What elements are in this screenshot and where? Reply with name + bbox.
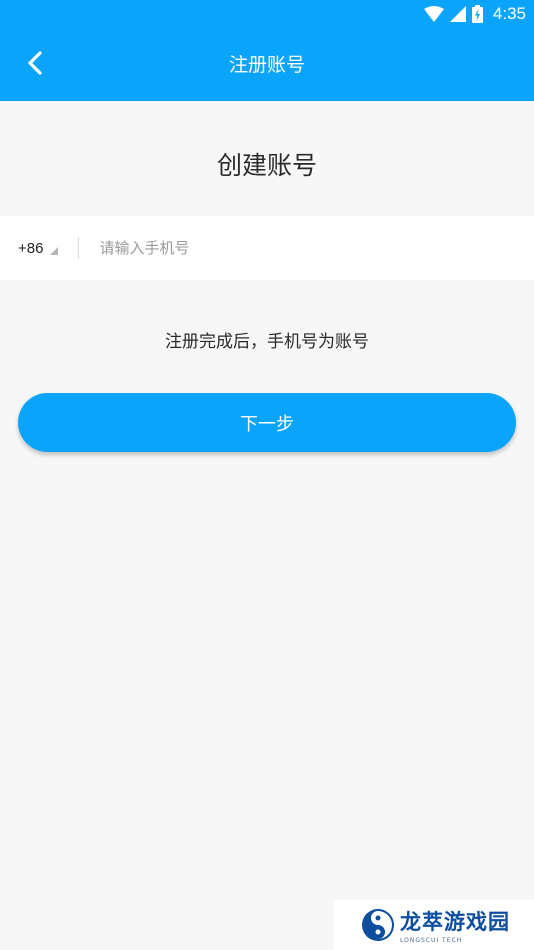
phone-input-row: +86 (0, 216, 534, 280)
navigation-bar: 注册账号 (0, 28, 534, 100)
watermark-name: 龙萃游戏园 (400, 910, 510, 934)
create-account-heading: 创建账号 (216, 151, 317, 180)
dropdown-triangle-icon (50, 247, 59, 255)
country-code-label: +86 (18, 239, 44, 257)
next-step-button[interactable]: 下一步 (18, 393, 516, 452)
country-code-selector[interactable]: +86 (0, 216, 59, 280)
wifi-icon (423, 6, 444, 22)
divider (78, 237, 80, 259)
watermark-subtitle: LONGSCUI TECH (400, 937, 463, 944)
battery-charging-icon (471, 5, 483, 23)
top-app-bar: 4:35 注册账号 (0, 0, 534, 101)
phone-number-input[interactable] (97, 227, 482, 269)
watermark-logo: 龙萃游戏园 LONGSCUI TECH (334, 900, 534, 950)
status-bar: 4:35 (423, 2, 526, 26)
status-time: 4:35 (492, 4, 526, 23)
signal-icon (449, 6, 466, 22)
page-title: 注册账号 (228, 54, 305, 76)
dragon-logo-icon (362, 909, 394, 941)
account-hint-text: 注册完成后，手机号为账号 (165, 332, 369, 352)
